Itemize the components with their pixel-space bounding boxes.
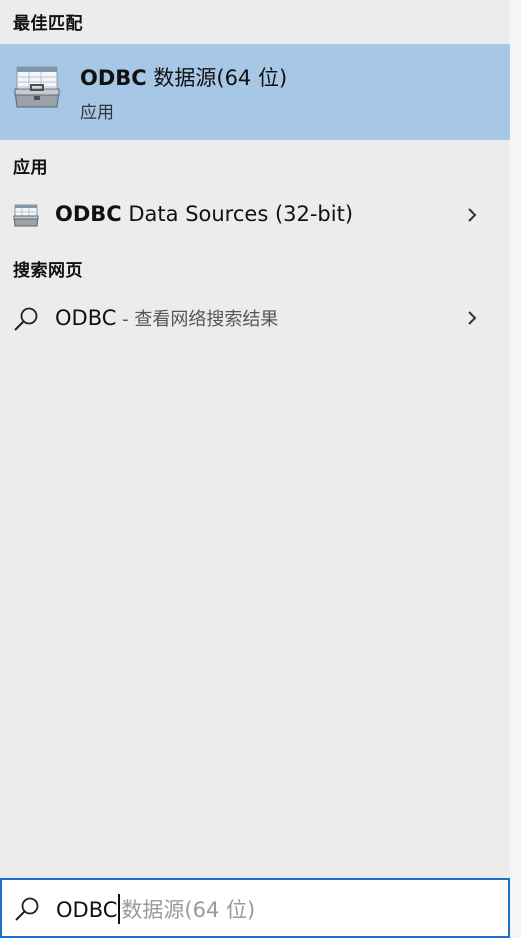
app-result-label-bold: ODBC — [55, 202, 122, 226]
section-web: 搜索网页 — [13, 261, 83, 281]
app-result-label-rest: Data Sources (32-bit) — [121, 202, 354, 226]
search-icon — [15, 897, 39, 921]
odbc-toolbox-icon — [13, 204, 39, 227]
search-suggestion: 数据源(64 位) — [121, 898, 256, 922]
section-apps: 应用 — [13, 158, 48, 178]
best-match-title-bold: ODBC — [80, 66, 147, 90]
web-result-query: ODBC — [55, 306, 117, 330]
chevron-right-icon[interactable] — [465, 310, 479, 326]
best-match-item[interactable]: ODBC 数据源(64 位) 应用 — [0, 44, 510, 140]
best-match-title: ODBC 数据源(64 位) — [80, 62, 287, 92]
search-typed-text: ODBC — [56, 898, 118, 922]
app-result-odbc-32[interactable]: ODBC Data Sources (32-bit) — [0, 191, 510, 239]
web-result-label: ODBC - 查看网络搜索结果 — [55, 305, 278, 331]
search-box[interactable]: ODBC 数据源(64 位) — [0, 878, 510, 938]
web-result-odbc[interactable]: ODBC - 查看网络搜索结果 — [0, 294, 510, 342]
web-result-suffix: - 查看网络搜索结果 — [116, 309, 279, 330]
search-input[interactable]: ODBC 数据源(64 位) — [56, 894, 255, 924]
search-icon — [14, 307, 38, 331]
app-result-label: ODBC Data Sources (32-bit) — [55, 202, 353, 226]
search-results-panel: 最佳匹配 ODBC 数据源(64 位) 应用 应用 ODBC Data Sour… — [0, 0, 510, 938]
panel-edge — [510, 0, 521, 938]
odbc-toolbox-icon — [14, 66, 60, 108]
section-best-match: 最佳匹配 — [13, 14, 83, 34]
best-match-subtitle: 应用 — [80, 103, 114, 123]
chevron-right-icon[interactable] — [465, 207, 479, 223]
best-match-title-rest: 数据源(64 位) — [146, 66, 288, 90]
